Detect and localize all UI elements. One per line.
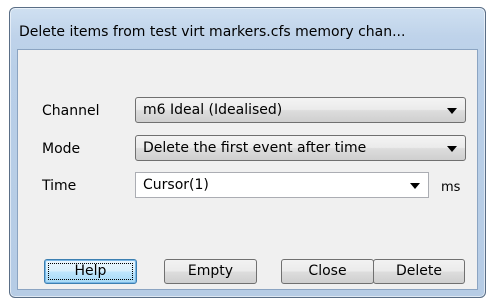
empty-button[interactable]: Empty	[164, 259, 257, 284]
delete-button-label: Delete	[396, 263, 442, 279]
mode-select-value: Delete the first event after time	[143, 140, 367, 156]
mode-label: Mode	[42, 141, 81, 157]
close-button-label: Close	[308, 263, 347, 279]
help-button[interactable]: Help	[44, 259, 137, 284]
chevron-down-icon	[447, 108, 457, 114]
channel-select-value: m6 Ideal (Idealised)	[143, 102, 283, 118]
window-title: Delete items from test virt markers.cfs …	[19, 24, 406, 40]
time-combo-input[interactable]: Cursor(1)	[135, 172, 429, 198]
mode-select[interactable]: Delete the first event after time	[135, 135, 466, 161]
time-unit-label: ms	[441, 180, 461, 195]
channel-label: Channel	[42, 103, 100, 119]
delete-items-dialog: Delete items from test virt markers.cfs …	[9, 7, 486, 298]
empty-button-label: Empty	[187, 263, 234, 279]
dialog-client-area: Channel m6 Ideal (Idealised) Mode Delete…	[17, 49, 478, 290]
time-input-value: Cursor(1)	[143, 177, 209, 193]
channel-select[interactable]: m6 Ideal (Idealised)	[135, 97, 466, 123]
help-button-label: Help	[74, 263, 107, 279]
delete-button[interactable]: Delete	[373, 259, 465, 284]
chevron-down-icon[interactable]	[410, 183, 420, 189]
close-button[interactable]: Close	[281, 259, 374, 284]
time-label: Time	[42, 178, 77, 194]
title-bar[interactable]: Delete items from test virt markers.cfs …	[10, 8, 485, 50]
chevron-down-icon	[447, 146, 457, 152]
